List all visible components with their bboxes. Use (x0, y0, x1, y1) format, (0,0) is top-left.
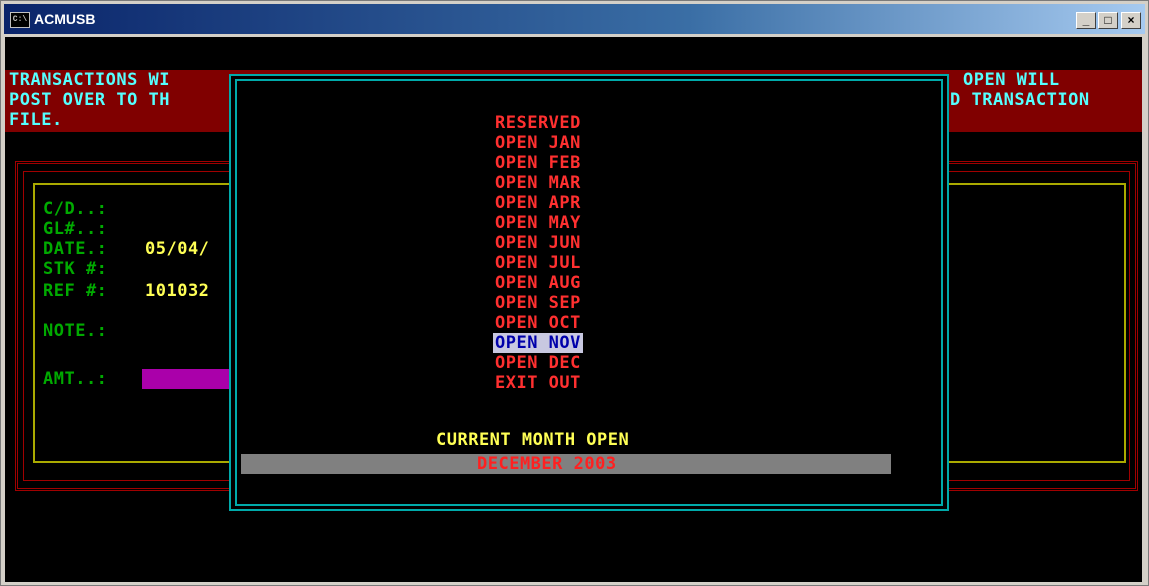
date-value[interactable]: 05/04/ (145, 239, 209, 259)
menu-item-open-nov[interactable]: OPEN NOV (493, 333, 583, 353)
menu-item-open-dec[interactable]: OPEN DEC (495, 353, 581, 373)
current-month-label: CURRENT MONTH OPEN (436, 430, 630, 450)
ref-value[interactable]: 101032 (145, 281, 209, 301)
menu-item-open-aug[interactable]: OPEN AUG (495, 273, 581, 293)
menu-item-open-mar[interactable]: OPEN MAR (495, 173, 581, 193)
banner-line-1: TRANSACTIONS WI (9, 70, 171, 90)
title-bar[interactable]: C:\ ACMUSB _ □ × (4, 4, 1145, 34)
menu-item-open-jun[interactable]: OPEN JUN (495, 233, 581, 253)
banner-line-3: FILE. (9, 110, 63, 130)
banner-line-2-right: D TRANSACTION (950, 90, 1090, 110)
window-title: ACMUSB (34, 11, 96, 27)
current-month-value: DECEMBER 2003 (477, 454, 617, 474)
ref-label: REF #: (43, 281, 108, 301)
amt-label: AMT..: (43, 369, 108, 389)
console-screen[interactable]: TRANSACTIONS WI POST OVER TO TH FILE. OP… (5, 37, 1142, 582)
banner-line-2: POST OVER TO TH (9, 90, 171, 110)
menu-item-open-apr[interactable]: OPEN APR (495, 193, 581, 213)
note-label: NOTE.: (43, 321, 108, 341)
console-app-icon[interactable]: C:\ (10, 12, 30, 28)
month-menu: RESERVED OPEN JAN OPEN FEB OPEN MAR OPEN… (491, 113, 621, 433)
maximize-button[interactable]: □ (1098, 12, 1118, 29)
menu-item-open-feb[interactable]: OPEN FEB (495, 153, 581, 173)
amount-field[interactable] (142, 369, 237, 389)
close-button[interactable]: × (1121, 12, 1141, 29)
stk-label: STK #: (43, 259, 108, 279)
menu-item-reserved[interactable]: RESERVED (495, 113, 581, 133)
gl-label: GL#..: (43, 219, 108, 239)
menu-item-open-oct[interactable]: OPEN OCT (495, 313, 581, 333)
menu-item-exit-out[interactable]: EXIT OUT (495, 373, 581, 393)
banner-line-1-right: OPEN WILL (963, 70, 1060, 90)
cd-label: C/D..: (43, 199, 108, 219)
menu-item-open-jul[interactable]: OPEN JUL (495, 253, 581, 273)
console-window: C:\ ACMUSB _ □ × TRANSACTIONS WI POST OV… (0, 0, 1149, 586)
menu-item-open-may[interactable]: OPEN MAY (495, 213, 581, 233)
minimize-button[interactable]: _ (1076, 12, 1096, 29)
menu-item-open-sep[interactable]: OPEN SEP (495, 293, 581, 313)
menu-item-open-jan[interactable]: OPEN JAN (495, 133, 581, 153)
date-label: DATE.: (43, 239, 108, 259)
